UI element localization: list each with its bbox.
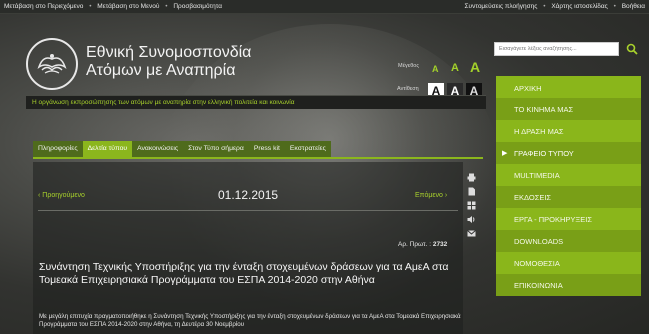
press-tabs: Πληροφορίες Δελτία τύπου Ανακοινώσεις Στ…	[33, 141, 331, 157]
article-divider	[38, 210, 458, 211]
bullet-separator: •	[89, 3, 92, 10]
article-tools	[466, 172, 480, 242]
contrast-label: Αντίθεση	[397, 86, 419, 92]
main-nav-menu: ΑΡΧΙΚΗ ΤΟ ΚΙΝΗΜΑ ΜΑΣ Η ΔΡΑΣΗ ΜΑΣ ▶ ΓΡΑΦΕΙ…	[496, 76, 641, 296]
top-links-left: Μετάβαση στο Περιεχόμενο • Μετάβαση στο …	[4, 3, 222, 10]
menu-item-multimedia[interactable]: MULTIMEDIA	[496, 164, 641, 186]
print-icon[interactable]	[466, 172, 476, 182]
menu-item-label: ΕΡΓΑ - ΠΡΟΚΗΡΥΞΕΙΣ	[514, 215, 592, 224]
tab-campaigns[interactable]: Εκστρατείες	[285, 141, 331, 157]
tab-announcements[interactable]: Ανακοινώσεις	[132, 141, 183, 157]
bullet-separator: •	[543, 3, 546, 10]
menu-item-label: MULTIMEDIA	[514, 171, 560, 180]
menu-item-label: Η ΔΡΑΣΗ ΜΑΣ	[514, 127, 564, 136]
font-size-label: Μέγεθος	[398, 63, 420, 69]
site-title-line1: Εθνική Συνομοσπονδία	[86, 44, 252, 61]
top-links-right: Συντομεύσεις πλοήγησης • Χάρτης ιστοσελί…	[465, 3, 645, 10]
help-link[interactable]: Βοήθεια	[622, 3, 645, 10]
menu-item-publications[interactable]: ΕΚΔΟΣΕΙΣ	[496, 186, 641, 208]
menu-item-legislation[interactable]: ΝΟΜΟΘΕΣΙΑ	[496, 252, 641, 274]
eagle-emblem-icon	[37, 54, 67, 74]
bullet-separator: •	[165, 3, 168, 10]
active-arrow-icon: ▶	[502, 150, 508, 157]
site-title-line2: Ατόμων με Αναπηρία	[86, 62, 236, 79]
tab-press-releases[interactable]: Δελτία τύπου	[82, 141, 133, 157]
tab-info[interactable]: Πληροφορίες	[33, 141, 83, 157]
tab-press-kit[interactable]: Press kit	[249, 141, 285, 157]
share-icon[interactable]	[466, 200, 476, 210]
site-tagline: Η οργάνωση εκπροσώπησης των ατόμων με αν…	[26, 95, 486, 109]
menu-item-contact[interactable]: ΕΠΙΚΟΙΝΩΝΙΑ	[496, 274, 641, 296]
article-title[interactable]: Συνάντηση Τεχνικής Υποστήριξης για την έ…	[39, 261, 469, 286]
article-date: 01.12.2015	[218, 188, 279, 202]
article-body: Με μεγάλη επιτυχία πραγματοποιήθηκε η Συ…	[39, 313, 461, 328]
navigation-shortcuts-link[interactable]: Συντομεύσεις πλοήγησης	[465, 3, 538, 10]
font-size-medium-button[interactable]: A	[451, 62, 459, 74]
audio-icon[interactable]	[466, 214, 476, 224]
skip-to-content-link[interactable]: Μετάβαση στο Περιεχόμενο	[4, 3, 83, 10]
protocol-label: Αρ. Πρωτ. :	[398, 241, 432, 248]
tab-press-today[interactable]: Στον Τύπο σήμερα	[183, 141, 249, 157]
previous-link[interactable]: ‹ Προηγούμενο	[38, 192, 85, 199]
menu-item-projects[interactable]: ΕΡΓΑ - ΠΡΟΚΗΡΥΞΕΙΣ	[496, 208, 641, 230]
accessibility-link[interactable]: Προσβασιμότητα	[173, 3, 222, 10]
font-size-small-button[interactable]: A	[432, 64, 439, 74]
site-logo[interactable]	[26, 38, 78, 90]
menu-item-label: ΝΟΜΟΘΕΣΙΑ	[514, 259, 560, 268]
tabs-underline	[33, 157, 483, 159]
menu-item-label: ΕΠΙΚΟΙΝΩΝΙΑ	[514, 281, 563, 290]
menu-item-home[interactable]: ΑΡΧΙΚΗ	[496, 76, 641, 98]
font-size-large-button[interactable]: A	[470, 59, 480, 75]
menu-item-movement[interactable]: ΤΟ ΚΙΝΗΜΑ ΜΑΣ	[496, 98, 641, 120]
menu-item-press-office[interactable]: ▶ ΓΡΑΦΕΙΟ ΤΥΠΟΥ	[496, 142, 641, 164]
next-link[interactable]: Επόμενο ›	[415, 192, 447, 199]
email-icon[interactable]	[466, 228, 476, 238]
menu-item-downloads[interactable]: DOWNLOADS	[496, 230, 641, 252]
menu-item-label: ΑΡΧΙΚΗ	[514, 84, 542, 93]
search-button[interactable]	[625, 42, 639, 56]
menu-item-label: ΕΚΔΟΣΕΙΣ	[514, 193, 552, 202]
menu-item-label: DOWNLOADS	[514, 237, 564, 246]
protocol-value: 2732	[432, 241, 448, 248]
sitemap-link[interactable]: Χάρτης ιστοσελίδας	[551, 3, 607, 10]
menu-item-label: ΓΡΑΦΕΙΟ ΤΥΠΟΥ	[514, 149, 574, 158]
pdf-icon[interactable]	[466, 186, 476, 196]
site-title[interactable]: Εθνική Συνομοσπονδία Ατόμων με Αναπηρία	[86, 44, 251, 80]
search-icon	[626, 43, 638, 55]
top-utility-bar: Μετάβαση στο Περιεχόμενο • Μετάβαση στο …	[0, 0, 649, 14]
menu-item-action[interactable]: Η ΔΡΑΣΗ ΜΑΣ	[496, 120, 641, 142]
menu-item-label: ΤΟ ΚΙΝΗΜΑ ΜΑΣ	[514, 105, 574, 114]
bullet-separator: •	[613, 3, 616, 10]
protocol-number: Αρ. Πρωτ. : 2732	[398, 241, 447, 248]
search-input[interactable]	[494, 42, 619, 56]
skip-to-menu-link[interactable]: Μετάβαση στο Μενού	[97, 3, 159, 10]
